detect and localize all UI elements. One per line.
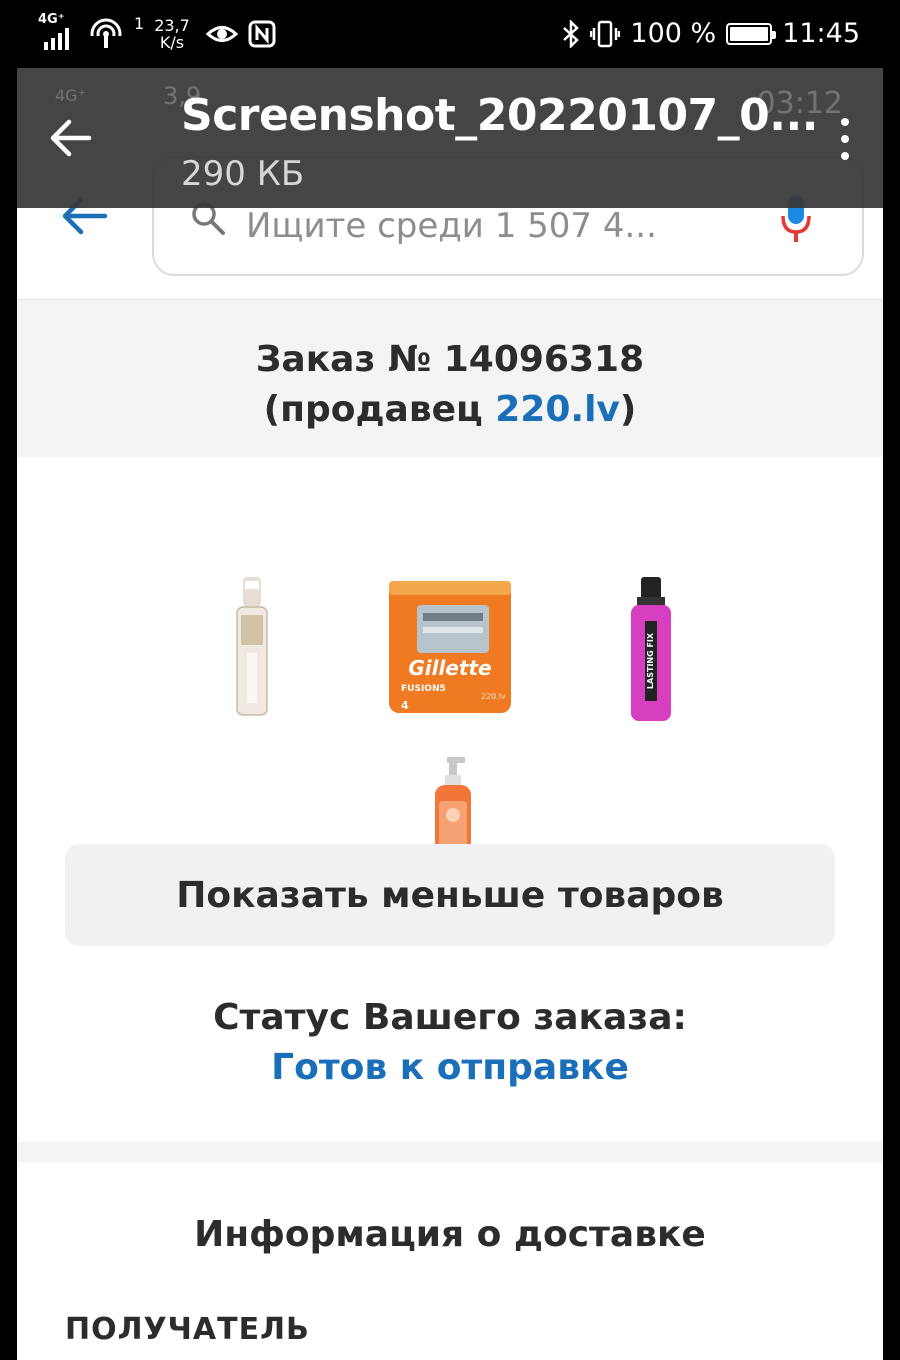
product-thumb-perfume[interactable] (223, 575, 283, 723)
order-status-value: Готов к отправке (271, 1047, 629, 1088)
battery-icon (726, 22, 777, 45)
file-viewer-toolbar: 4G⁺ 3,9 03:12 Screenshot_20220107_0... 2… (17, 68, 883, 208)
gillette-model-text: FUSION5 (401, 684, 446, 694)
order-status-label: Статус Вашего заказа: (213, 997, 687, 1038)
file-size: 290 КБ (181, 154, 305, 194)
seller-link[interactable]: 220.lv (495, 389, 620, 430)
gillette-count-text: 4 (401, 699, 409, 712)
lasting-fix-label-text: LASTING FIX (646, 632, 655, 689)
gillette-brand-text: Gillette (408, 656, 491, 680)
file-name: Screenshot_20220107_0... (181, 90, 818, 141)
signal-icon: 4G⁺ (38, 13, 78, 53)
viewer-back-icon[interactable] (47, 118, 93, 158)
search-placeholder: Ищите среди 1 507 4... (246, 206, 657, 246)
show-less-button[interactable]: Показать меньше товаров (65, 844, 835, 946)
sim-slot-label: 1 (134, 14, 145, 33)
hotspot-icon (88, 18, 124, 52)
delivery-title: Информация о доставке (194, 1214, 706, 1255)
seller-suffix: ) (619, 389, 637, 430)
more-options-icon[interactable] (833, 118, 857, 160)
eye-icon (205, 25, 238, 42)
gillette-watermark-text: 220.lv (481, 692, 506, 701)
data-speed: 23,7 K/s (154, 15, 190, 52)
order-items-card: Gillette FUSION5 4 220.lv LASTING FIX По… (17, 457, 883, 1142)
order-seller: (продавец 220.lv) (17, 389, 883, 430)
delivery-card: Информация о доставке ПОЛУЧАТЕЛЬ (17, 1162, 883, 1360)
battery-percent: 100 % (630, 18, 717, 49)
product-thumb-lasting-fix[interactable]: LASTING FIX (627, 575, 675, 725)
status-bar: 4G⁺ 1 23,7 K/s 100 % 11:45 (0, 0, 900, 68)
vibrate-icon (590, 20, 621, 47)
product-thumb-gillette[interactable]: Gillette FUSION5 4 220.lv (387, 577, 513, 717)
order-page: Ищите среди 1 507 4... 4G⁺ 3,9 03:12 Scr… (17, 68, 883, 1360)
order-header: Заказ № 14096318 (продавец 220.lv) (17, 301, 883, 457)
seller-prefix: (продавец (263, 389, 496, 430)
ghost-network-label: 4G⁺ (55, 86, 87, 105)
bluetooth-icon (563, 19, 580, 48)
clock: 11:45 (782, 18, 860, 49)
order-number: Заказ № 14096318 (255, 339, 645, 380)
recipient-label: ПОЛУЧАТЕЛЬ (65, 1312, 310, 1347)
nfc-icon (248, 20, 276, 47)
